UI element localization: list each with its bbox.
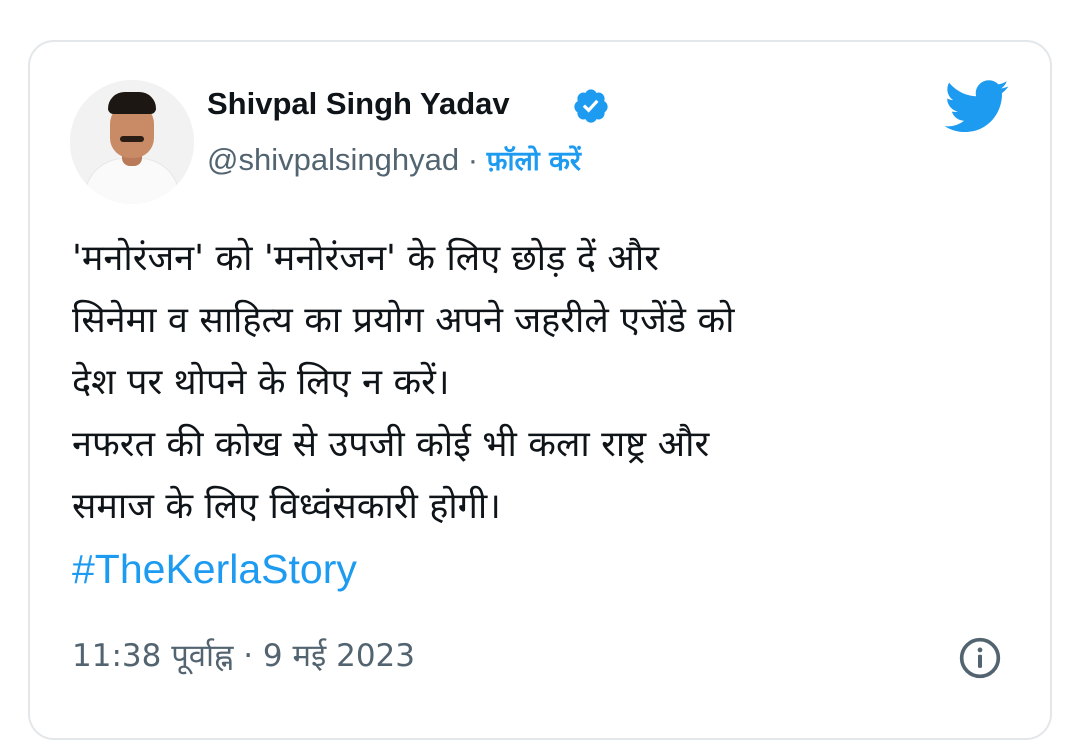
tweet-text-line: देश पर थोपने के लिए न करें। [72, 362, 450, 403]
tweet-text-line: नफरत की कोख से उपजी कोई भी कला राष्ट्र औ… [72, 424, 710, 465]
tweet-text-line: 'मनोरंजन' को 'मनोरंजन' के लिए छोड़ दें औ… [72, 238, 659, 279]
separator-dot: · [467, 142, 479, 177]
tweet-text-line: सिनेमा व साहित्य का प्रयोग अपने जहरीले ए… [72, 300, 735, 341]
avatar[interactable] [70, 80, 194, 204]
twitter-bird-icon[interactable] [944, 80, 1010, 134]
author-handle-row: @shivpalsinghyad · फ़ॉलो करें [207, 141, 581, 178]
hashtag-link[interactable]: #TheKerlaStory [72, 538, 1032, 600]
tweet-text: 'मनोरंजन' को 'मनोरंजन' के लिए छोड़ दें औ… [72, 228, 1032, 600]
author-display-name[interactable]: Shivpal Singh Yadav [207, 86, 510, 122]
tweet-timestamp[interactable]: 11:38 पूर्वाह्न · 9 मई 2023 [72, 634, 415, 676]
follow-button[interactable]: फ़ॉलो करें [487, 146, 581, 177]
info-icon[interactable] [958, 636, 1002, 680]
tweet-text-line: समाज के लिए विध्वंसकारी होगी। [72, 486, 501, 527]
author-handle[interactable]: @shivpalsinghyad [207, 142, 459, 177]
verified-badge-icon [574, 89, 608, 123]
